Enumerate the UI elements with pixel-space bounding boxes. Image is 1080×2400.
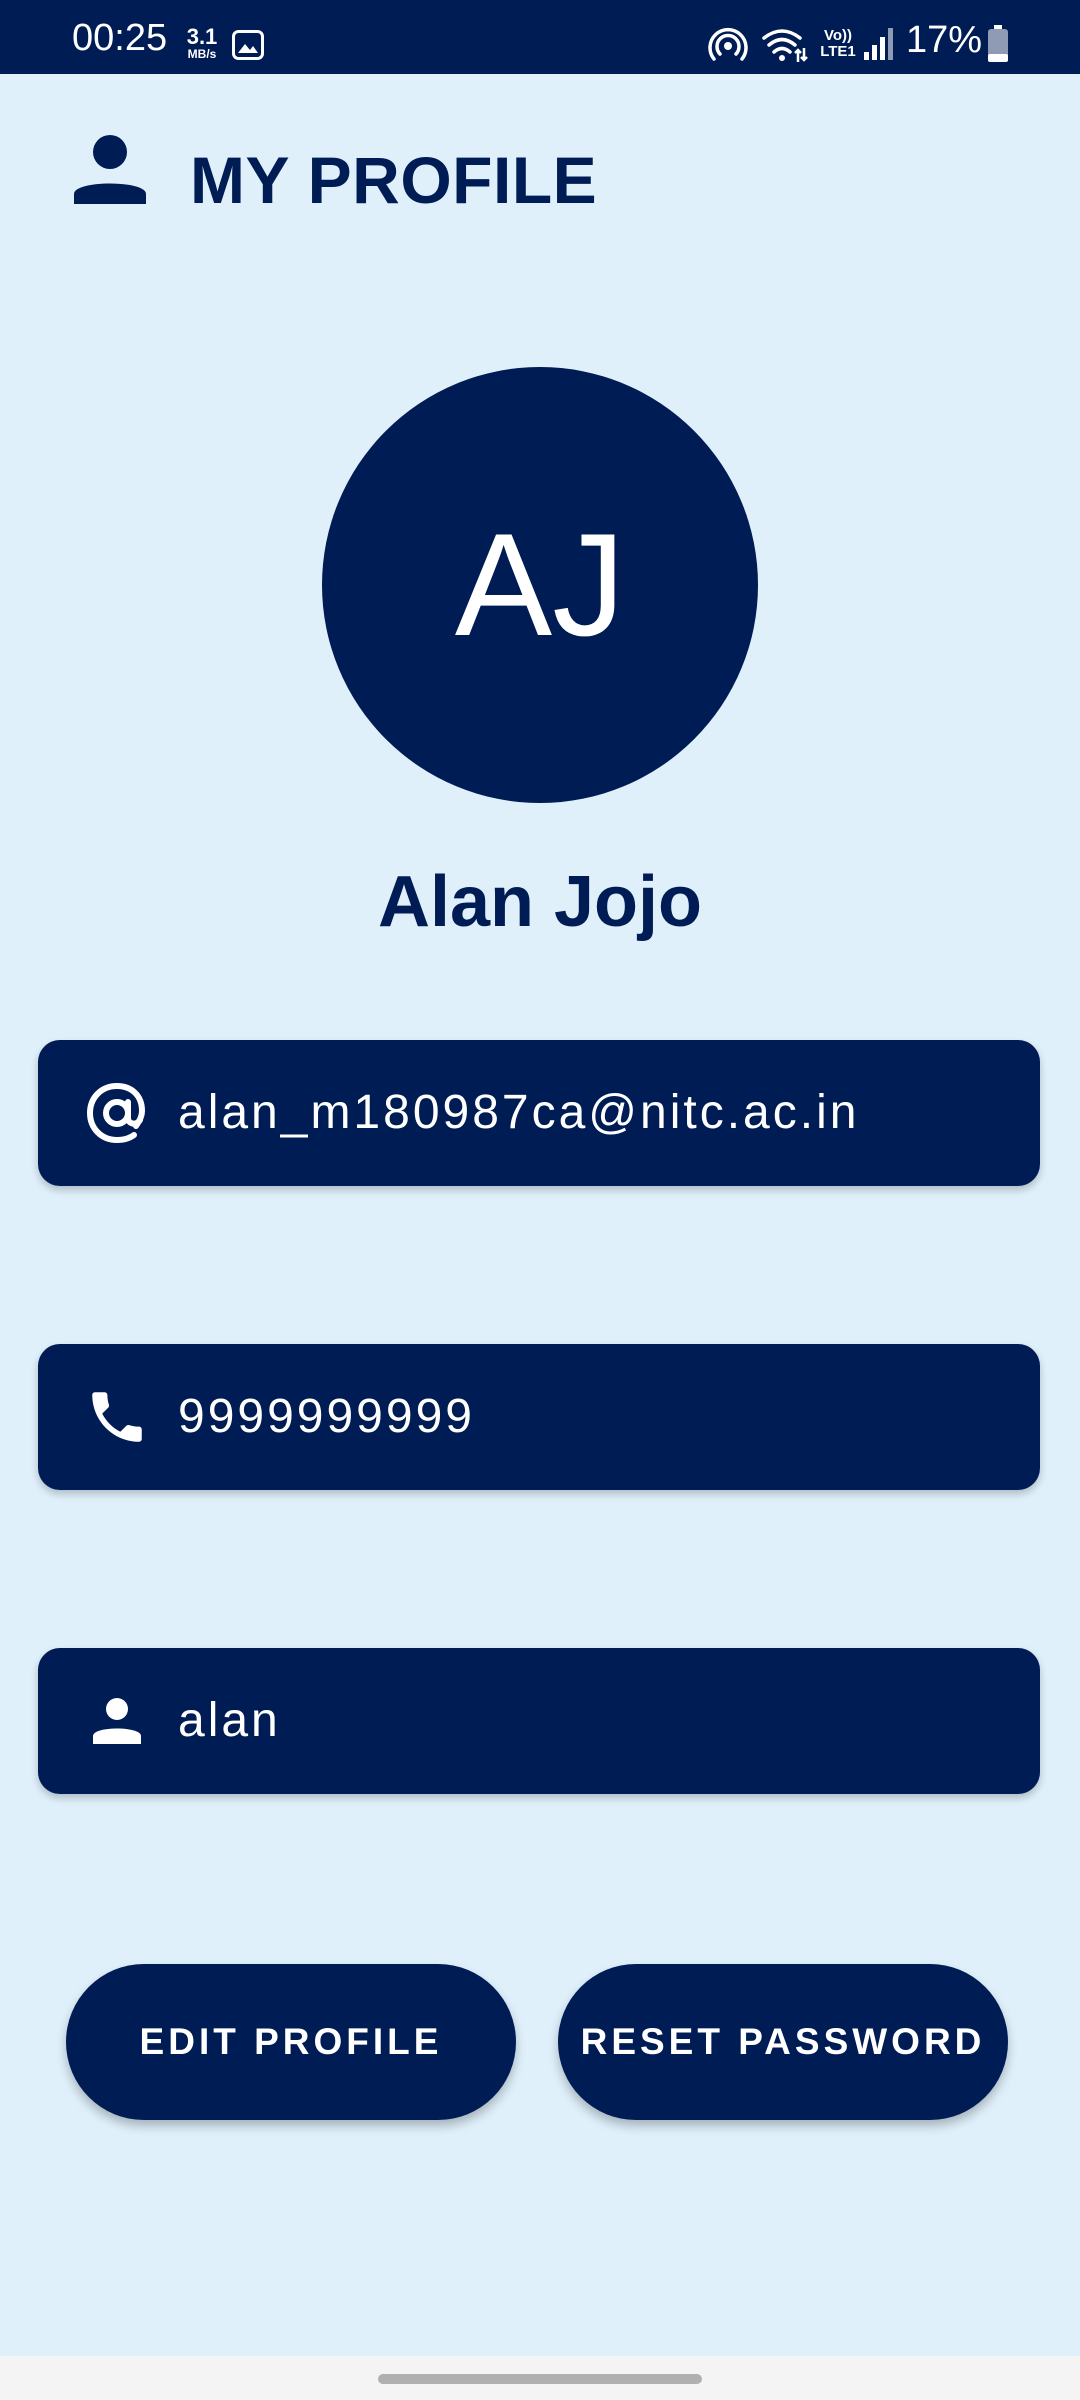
- status-bar: 00:25 3.1 MB/s Vo)) LTE1 17%: [0, 0, 1080, 74]
- username-value: alan: [178, 1694, 281, 1747]
- wifi-icon: [762, 29, 808, 62]
- network-speed-value: 3.1: [186, 24, 218, 49]
- person-icon: [74, 135, 146, 204]
- home-gesture-handle[interactable]: [378, 2374, 702, 2384]
- battery-icon: [988, 25, 1008, 62]
- gallery-icon: [232, 30, 264, 60]
- phone-value: 9999999999: [178, 1390, 475, 1443]
- phone-field[interactable]: 9999999999: [38, 1344, 1040, 1490]
- phone-icon: [92, 1392, 142, 1442]
- network-speed: 3.1 MB/s: [182, 24, 222, 61]
- edit-profile-button[interactable]: EDIT PROFILE: [66, 1964, 516, 2120]
- email-value: alan_m180987ca@nitc.ac.in: [178, 1086, 860, 1139]
- battery-percent: 17%: [906, 19, 983, 61]
- status-time: 00:25: [72, 17, 168, 59]
- email-field[interactable]: alan_m180987ca@nitc.ac.in: [38, 1040, 1040, 1186]
- page-title: MY PROFILE: [190, 143, 598, 217]
- username-field[interactable]: alan: [38, 1648, 1040, 1794]
- navigation-bar: [0, 2356, 1080, 2400]
- hotspot-icon: [708, 28, 748, 61]
- at-icon: [86, 1082, 146, 1144]
- person-icon: [93, 1698, 141, 1744]
- volte-label: Vo)) LTE1: [820, 27, 856, 60]
- network-speed-unit: MB/s: [187, 47, 217, 61]
- signal-icon: [864, 28, 893, 60]
- avatar-initials: AJ: [454, 503, 626, 666]
- reset-password-button[interactable]: RESET PASSWORD: [558, 1964, 1008, 2120]
- user-name: Alan Jojo: [377, 862, 703, 942]
- avatar: AJ: [322, 367, 758, 803]
